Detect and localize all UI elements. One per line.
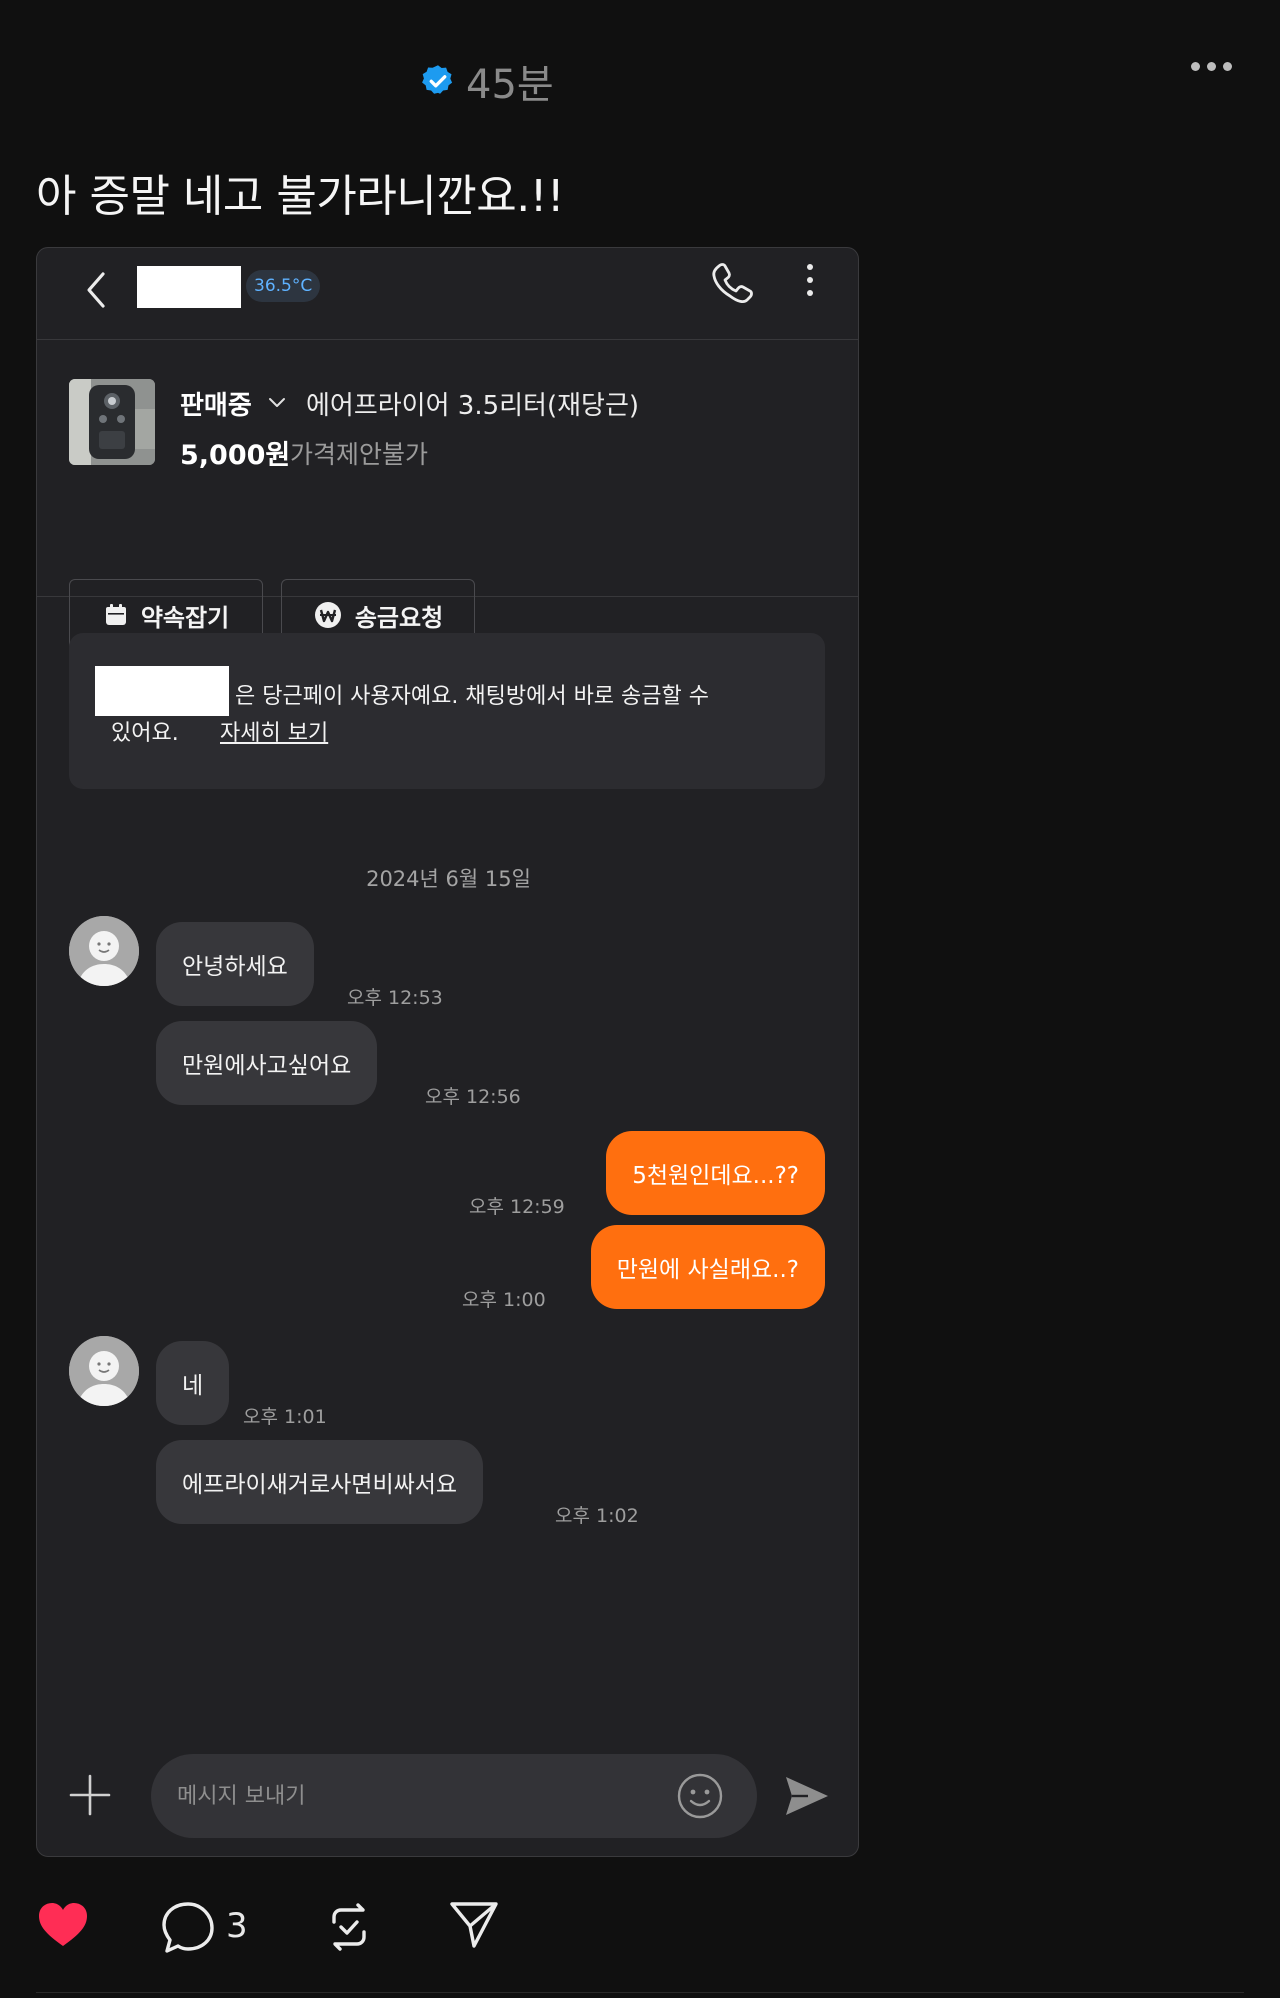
dot-icon — [807, 264, 813, 270]
avatar[interactable] — [69, 1336, 139, 1406]
message-bubble: 네 — [156, 1341, 230, 1425]
message-composer — [37, 1740, 858, 1856]
notice-text-line1: 은 당근페이 사용자예요. 채팅방에서 바로 송금할 수 — [235, 684, 709, 709]
reply-icon[interactable] — [160, 1900, 216, 1954]
post-header: 45분 — [420, 52, 554, 110]
dot-icon — [807, 277, 813, 283]
emoji-icon[interactable] — [676, 1772, 724, 1820]
message-time: 오후 12:59 — [469, 1196, 565, 1218]
redacted-username — [95, 666, 229, 716]
manner-temperature-badge: 36.5°C — [246, 270, 321, 302]
price-negotiation-note: 가격제안불가 — [290, 440, 429, 469]
reply-count: 3 — [226, 1906, 248, 1946]
message-time: 오후 12:56 — [425, 1086, 521, 1108]
message-time: 오후 12:53 — [347, 987, 443, 1009]
heart-icon[interactable] — [36, 1900, 90, 1950]
message-input[interactable] — [151, 1754, 757, 1838]
avatar[interactable] — [69, 916, 139, 986]
won-coin-icon — [314, 602, 341, 628]
make-appointment-label: 약속잡기 — [140, 603, 230, 632]
date-divider: 2024년 6월 15일 — [366, 867, 531, 891]
redacted-username — [137, 266, 241, 308]
air-fryer-image — [69, 379, 155, 465]
default-profile-icon — [69, 916, 139, 986]
message-time: 오후 1:01 — [243, 1406, 327, 1428]
share-icon[interactable] — [448, 1900, 500, 1950]
request-transfer-label: 송금요청 — [354, 603, 444, 632]
dot-icon — [807, 290, 813, 296]
notice-text-line2: 있어요. — [111, 721, 179, 746]
dot-icon — [1207, 62, 1216, 71]
product-title: 에어프라이어 3.5리터(재당근) — [306, 391, 640, 421]
message-bubble: 에프라이새거로사면비싸서요 — [156, 1440, 484, 1524]
pay-notice: 은 당근페이 사용자예요. 채팅방에서 바로 송금할 수 있어요. 자세히 보기 — [69, 633, 825, 789]
message-time: 오후 1:02 — [555, 1505, 639, 1527]
chevron-down-icon[interactable] — [266, 391, 288, 413]
plus-icon[interactable] — [69, 1774, 111, 1816]
message-bubble-sent: 5천원인데요...?? — [606, 1131, 825, 1215]
back-arrow-icon[interactable] — [79, 266, 115, 314]
message-bubble-sent: 만원에 사실래요..? — [590, 1225, 825, 1309]
message-time: 오후 1:00 — [462, 1289, 546, 1311]
message-bubble: 안녕하세요 — [156, 922, 314, 1006]
dot-icon — [1191, 62, 1200, 71]
sale-status-selector[interactable]: 판매중 — [180, 385, 252, 422]
message-bubble: 만원에사고싶어요 — [156, 1021, 378, 1105]
dot-icon — [1223, 62, 1232, 71]
chat-menu-button[interactable] — [807, 264, 813, 296]
phone-icon[interactable] — [707, 258, 759, 310]
send-icon[interactable] — [784, 1774, 830, 1818]
product-card[interactable]: 판매중 에어프라이어 3.5리터(재당근) 5,000원 가격제안불가 약속잡기… — [37, 341, 858, 651]
chat-screenshot[interactable]: 36.5°C 판매중 에어프라이어 3.5리터(재당근) 5,000원 가격제안… — [36, 247, 859, 1857]
product-price: 5,000원 — [180, 440, 291, 471]
default-profile-icon — [69, 1336, 139, 1406]
verified-badge-icon — [422, 65, 453, 94]
chat-topbar: 36.5°C — [37, 248, 858, 340]
repost-icon[interactable] — [322, 1900, 376, 1954]
notice-more-link[interactable]: 자세히 보기 — [220, 715, 328, 747]
post-action-bar: 3 — [0, 1900, 1280, 1960]
product-thumbnail[interactable] — [69, 379, 155, 465]
post-text: 아 증말 네고 불가라니깐요.!! — [36, 171, 565, 222]
calendar-icon — [105, 604, 126, 625]
post-time: 45분 — [466, 62, 554, 108]
divider — [36, 1992, 1244, 1993]
more-options-button[interactable] — [1191, 62, 1232, 71]
